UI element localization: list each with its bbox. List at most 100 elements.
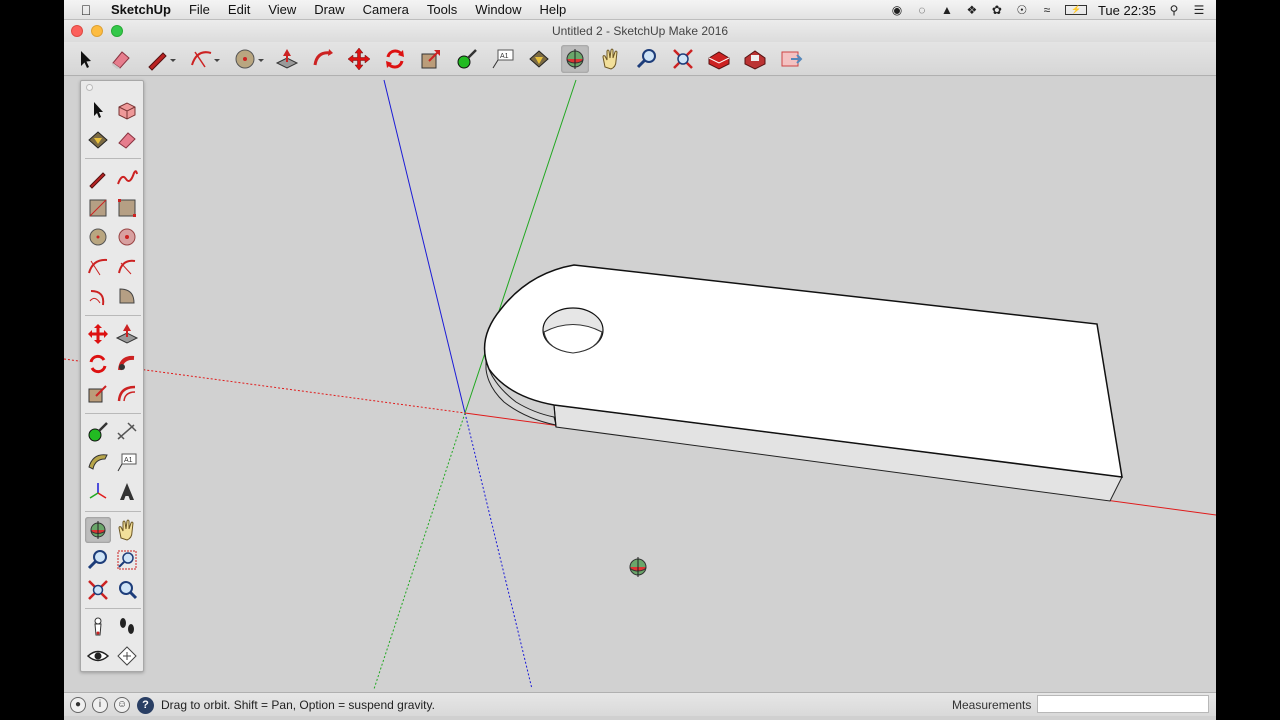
window-minimize-button[interactable] [91,25,103,37]
palette-3point-arc-button[interactable] [85,283,111,309]
palette-followme-button[interactable] [114,351,140,377]
palette-3d-text-button[interactable] [114,479,140,505]
menu-file[interactable]: File [180,2,219,17]
palette-rectangle-button[interactable] [85,195,111,221]
menu-edit[interactable]: Edit [219,2,259,17]
grammarly-icon[interactable]: ◌ [915,3,929,17]
palette-pan-button[interactable] [114,517,140,543]
toolbar-circle-button[interactable] [231,45,267,73]
toolbar-zoom-button[interactable] [633,45,661,73]
toolbar-followme-button[interactable] [309,45,337,73]
menu-window[interactable]: Window [466,2,530,17]
toolbar-arc-button[interactable] [187,45,223,73]
palette-zoom-button[interactable] [85,547,111,573]
user-account-icon[interactable]: ☺ [114,697,130,713]
record-icon[interactable]: ◉ [890,3,904,17]
zoom-extents-icon [673,49,693,69]
palette-freehand-button[interactable] [114,165,140,191]
palette-scale-button[interactable] [85,381,111,407]
palette-zoom-extents-button[interactable] [85,577,111,603]
toolbar-orbit-button[interactable] [561,45,589,73]
zoom-magnifier-icon [636,49,656,69]
toolbar-move-button[interactable] [345,45,373,73]
paint-bucket-icon [88,131,108,149]
palette-polygon-button[interactable] [114,224,140,250]
credits-icon[interactable]: i [92,697,108,713]
palette-section-plane-button[interactable] [114,643,140,669]
menu-help[interactable]: Help [530,2,575,17]
toolbar-pan-button[interactable] [597,45,625,73]
dropbox-icon[interactable]: ❖ [965,3,979,17]
toolbar-select-button[interactable] [71,45,99,73]
palette-circle-button[interactable] [85,224,111,250]
toolbar-zoom-extents-button[interactable] [669,45,697,73]
palette-rotated-rectangle-button[interactable] [114,195,140,221]
apple-menu-icon[interactable]:  [76,2,96,18]
push-pull-icon [275,49,299,69]
extension-warehouse-icon [744,50,766,70]
toolbar-scale-button[interactable] [417,45,445,73]
podcast-icon[interactable]: ☉ [1015,3,1029,17]
list-icon[interactable]: ☰ [1192,3,1206,17]
palette-position-camera-button[interactable] [85,613,111,639]
geo-location-icon[interactable]: ● [70,697,86,713]
toolbar-text-button[interactable]: A1 [489,45,517,73]
palette-previous-view-button[interactable] [114,577,140,603]
palette-2point-arc-button[interactable] [114,254,140,280]
menu-camera[interactable]: Camera [354,2,418,17]
search-icon[interactable]: ⚲ [1167,3,1181,17]
dimension-icon [117,422,137,440]
menubar-clock[interactable]: Tue 22:35 [1098,3,1156,18]
palette-walk-button[interactable] [114,613,140,639]
menu-tools[interactable]: Tools [418,2,466,17]
eye-icon [86,650,110,662]
wifi-icon[interactable]: ≈ [1040,3,1054,17]
palette-pie-button[interactable] [114,283,140,309]
palette-offset-button[interactable] [114,381,140,407]
toolbar-layout-button[interactable] [777,45,805,73]
palette-eraser-button[interactable] [114,127,140,153]
palette-pushpull-button[interactable] [114,321,140,347]
palette-protractor-button[interactable] [85,449,111,475]
rotated-rectangle-icon [118,199,136,217]
drawing-viewport[interactable] [64,77,1216,692]
battery-icon[interactable]: ⚡ [1064,5,1087,15]
palette-arc-button[interactable] [85,254,111,280]
palette-select-button[interactable] [85,97,111,123]
toolbar-pushpull-button[interactable] [273,45,301,73]
toolbar-rotate-button[interactable] [381,45,409,73]
mac-menubar:  SketchUp File Edit View Draw Camera To… [64,0,1216,20]
palette-axes-button[interactable] [85,479,111,505]
palette-separator [85,315,141,316]
menu-view[interactable]: View [259,2,305,17]
evernote-icon[interactable]: ✿ [990,3,1004,17]
palette-text-button[interactable]: A1 [114,449,140,475]
toolbar-paint-bucket-button[interactable] [525,45,553,73]
toolbar-eraser-button[interactable] [107,45,135,73]
window-zoom-button[interactable] [111,25,123,37]
palette-line-button[interactable] [85,165,111,191]
model-scene[interactable] [64,77,1216,692]
drive-icon[interactable]: ▲ [940,3,954,17]
menu-draw[interactable]: Draw [305,2,353,17]
palette-paint-bucket-button[interactable] [85,127,111,153]
toolbar-3d-warehouse-button[interactable] [705,45,733,73]
window-close-button[interactable] [71,25,83,37]
palette-zoom-window-button[interactable] [114,547,140,573]
palette-tape-measure-button[interactable] [85,419,111,445]
toolbar-tape-measure-button[interactable] [453,45,481,73]
toolbar-extension-warehouse-button[interactable] [741,45,769,73]
palette-close-grip[interactable] [86,84,93,91]
blue-axis-positive [383,79,466,414]
toolbar-line-button[interactable] [143,45,179,73]
make-component-icon [118,102,136,120]
palette-make-component-button[interactable] [114,97,140,123]
palette-rotate-button[interactable] [85,351,111,377]
menu-app-name[interactable]: SketchUp [102,2,180,17]
palette-dimension-button[interactable] [114,419,140,445]
palette-move-button[interactable] [85,321,111,347]
palette-look-around-button[interactable] [85,643,111,669]
palette-orbit-button[interactable] [85,517,111,543]
instructor-help-icon[interactable]: ? [137,697,154,714]
measurements-input[interactable] [1037,695,1209,713]
